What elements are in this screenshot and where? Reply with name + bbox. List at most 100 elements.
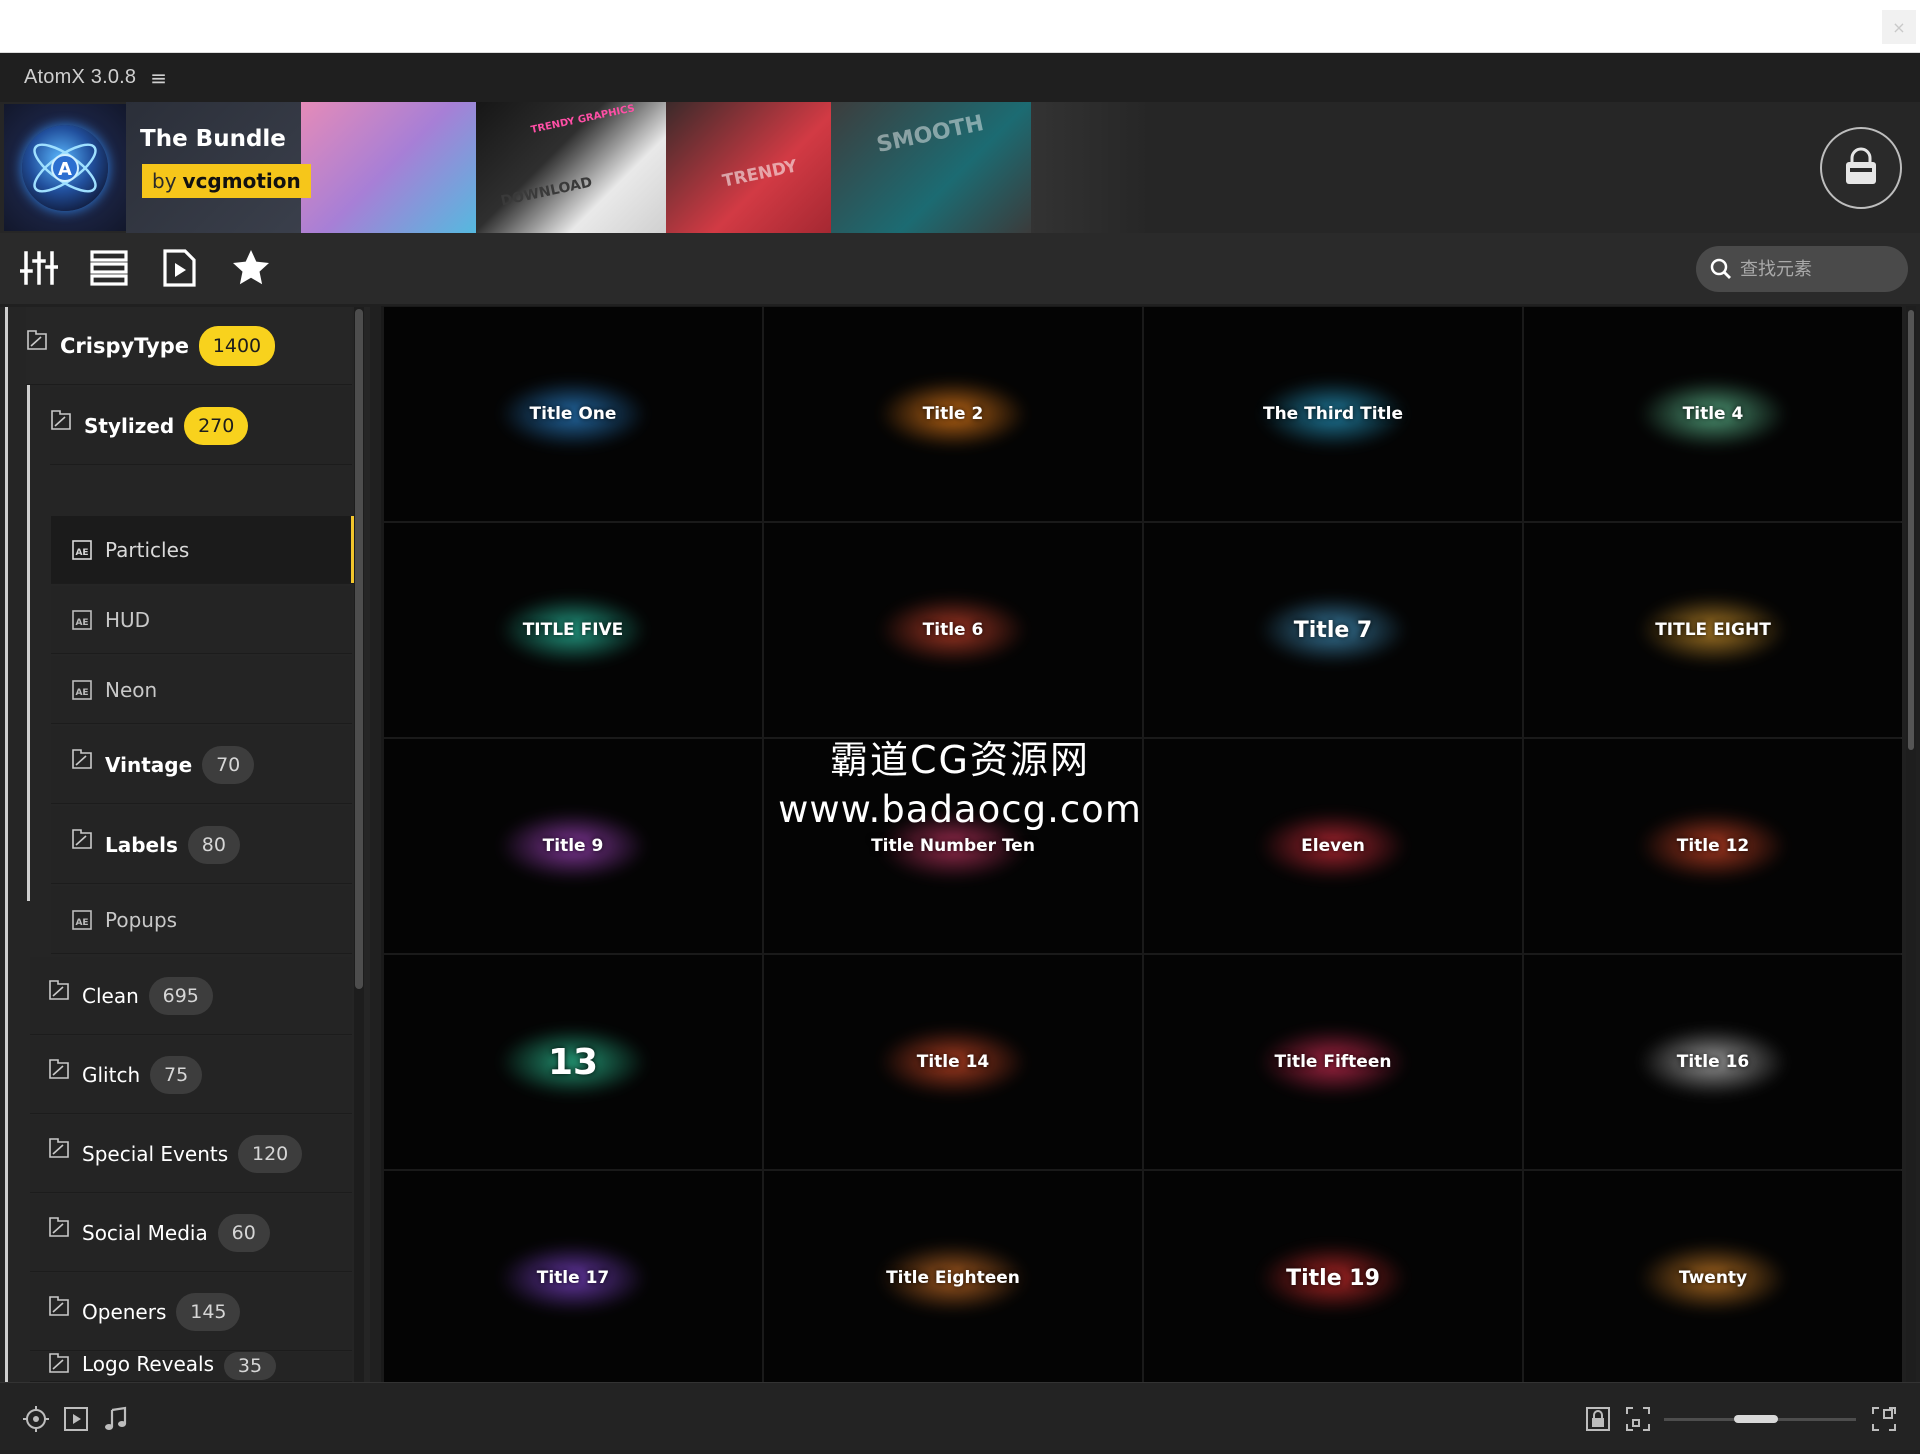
sidebar-scrollbar[interactable] bbox=[354, 307, 364, 1382]
count-badge: 70 bbox=[202, 745, 255, 784]
grid-scroll-thumb[interactable] bbox=[1908, 310, 1914, 750]
sidebar-item-social-media[interactable]: Social Media 60 bbox=[30, 1194, 352, 1272]
preset-title: TITLE EIGHT bbox=[1655, 620, 1771, 640]
banner-tile bbox=[1031, 102, 1151, 233]
preset-thumbnail[interactable]: Title 17 bbox=[384, 1171, 762, 1385]
preset-thumbnail[interactable]: Title 16 bbox=[1524, 955, 1902, 1169]
preset-thumbnail[interactable]: Title 4 bbox=[1524, 307, 1902, 521]
sidebar-item-labels[interactable]: Labels 80 bbox=[51, 806, 352, 884]
preset-thumbnail[interactable]: Eleven bbox=[1144, 739, 1522, 953]
ae-file-icon: AE bbox=[72, 909, 92, 930]
folder-icon bbox=[49, 979, 69, 1000]
preset-title: Title Fifteen bbox=[1274, 1052, 1392, 1072]
zoom-slider-handle[interactable] bbox=[1734, 1415, 1778, 1423]
preset-title: Title Number Ten bbox=[871, 836, 1035, 856]
preset-thumbnail[interactable]: Title Eighteen bbox=[764, 1171, 1142, 1385]
svg-text:A: A bbox=[58, 159, 72, 180]
grid-scrollbar[interactable] bbox=[1906, 306, 1916, 1382]
preset-title: Title 12 bbox=[1676, 836, 1750, 856]
expand-button[interactable] bbox=[1870, 1405, 1898, 1433]
preset-thumbnail[interactable]: 13 bbox=[384, 955, 762, 1169]
bundle-author-badge: by vcgmotion bbox=[142, 164, 311, 198]
sidebar-item-hud[interactable]: AE HUD bbox=[51, 586, 352, 654]
sidebar-scroll-thumb[interactable] bbox=[355, 309, 363, 989]
folder-icon bbox=[49, 1137, 69, 1158]
atom-logo-icon: A bbox=[22, 124, 108, 211]
list-view-button[interactable] bbox=[86, 245, 132, 291]
search-box[interactable] bbox=[1696, 246, 1908, 292]
sidebar-item-particles[interactable]: AE Particles bbox=[51, 516, 354, 584]
count-badge: 695 bbox=[148, 976, 213, 1015]
atomx-panel: AtomX 3.0.8 ≡ TRENDY GRAPHICS DOWNLOAD T… bbox=[0, 53, 1920, 1454]
preset-thumbnail[interactable]: Title 19 bbox=[1144, 1171, 1522, 1385]
hamburger-menu-icon[interactable]: ≡ bbox=[150, 66, 167, 90]
lock-button[interactable] bbox=[1584, 1405, 1612, 1433]
list-view-icon bbox=[90, 250, 128, 286]
preset-thumbnail[interactable]: Title 12 bbox=[1524, 739, 1902, 953]
app-title: AtomX 3.0.8 bbox=[24, 66, 137, 88]
preset-title: Title 17 bbox=[536, 1268, 610, 1288]
preset-thumbnail[interactable]: The Third Title bbox=[1144, 307, 1522, 521]
preset-title: Title 4 bbox=[1682, 404, 1744, 424]
fit-frame-icon bbox=[1626, 1407, 1650, 1431]
preset-title: Title 14 bbox=[916, 1052, 990, 1072]
sidebar-item-logo-reveals[interactable]: Logo Reveals 35 bbox=[30, 1352, 352, 1382]
preset-thumbnail[interactable]: TITLE EIGHT bbox=[1524, 523, 1902, 737]
zoom-slider[interactable] bbox=[1664, 1415, 1856, 1423]
search-input[interactable] bbox=[1740, 258, 1900, 280]
sidebar-item-label: Neon bbox=[105, 677, 158, 702]
sidebar-item-label: Labels bbox=[105, 832, 178, 857]
close-icon[interactable]: × bbox=[1882, 10, 1916, 44]
expand-icon bbox=[1872, 1407, 1896, 1431]
fit-frame-button[interactable] bbox=[1624, 1405, 1652, 1433]
shop-bag-button[interactable] bbox=[1820, 127, 1902, 209]
sidebar-item-crispytype[interactable]: CrispyType 1400 bbox=[26, 307, 352, 385]
preset-thumbnail[interactable]: Title 2 bbox=[764, 307, 1142, 521]
preset-title: Title 6 bbox=[922, 620, 984, 640]
svg-text:AE: AE bbox=[75, 618, 88, 628]
preset-thumbnail[interactable]: Title 6 bbox=[764, 523, 1142, 737]
sidebar-item-special-events[interactable]: Special Events 120 bbox=[30, 1115, 352, 1193]
sidebar-item-label: Special Events bbox=[82, 1141, 229, 1166]
bottom-bar bbox=[0, 1382, 1920, 1454]
preset-thumbnail[interactable]: Title Number Ten bbox=[764, 739, 1142, 953]
count-badge: 80 bbox=[187, 825, 240, 864]
sidebar-item-popups[interactable]: AE Popups bbox=[51, 886, 352, 954]
sidebar-item-vintage[interactable]: Vintage 70 bbox=[51, 726, 352, 804]
preset-title: Twenty bbox=[1678, 1268, 1748, 1288]
sidebar-item-openers[interactable]: Openers 145 bbox=[30, 1273, 352, 1351]
sidebar-item-glitch[interactable]: Glitch 75 bbox=[30, 1036, 352, 1114]
preset-thumbnail[interactable]: Title 7 bbox=[1144, 523, 1522, 737]
sidebar-item-label: Social Media bbox=[82, 1220, 208, 1245]
ae-file-icon: AE bbox=[72, 539, 92, 560]
preset-thumbnail[interactable]: Twenty bbox=[1524, 1171, 1902, 1385]
sidebar-item-neon[interactable]: AE Neon bbox=[51, 656, 352, 724]
favorites-button[interactable] bbox=[228, 245, 274, 291]
count-badge: 35 bbox=[224, 1352, 276, 1380]
audio-button[interactable] bbox=[102, 1405, 130, 1433]
video-preview-button[interactable] bbox=[62, 1405, 90, 1433]
svg-text:AE: AE bbox=[75, 918, 88, 928]
target-button[interactable] bbox=[22, 1405, 50, 1433]
panel-titlebar: AtomX 3.0.8 ≡ bbox=[0, 53, 1920, 102]
sliders-button[interactable] bbox=[16, 245, 62, 291]
preset-thumbnail[interactable]: TITLE FIVE bbox=[384, 523, 762, 737]
sidebar-item-stylized[interactable]: Stylized 270 bbox=[50, 387, 352, 465]
preset-thumbnail[interactable]: Title One bbox=[384, 307, 762, 521]
sidebar-item-label: HUD bbox=[105, 607, 151, 632]
preset-thumbnail[interactable]: Title 14 bbox=[764, 955, 1142, 1169]
preset-thumbnail[interactable]: Title Fifteen bbox=[1144, 955, 1522, 1169]
count-badge: 60 bbox=[217, 1213, 270, 1252]
sidebar-item-label: Vintage bbox=[105, 752, 193, 777]
bundle-by-prefix: by bbox=[152, 169, 177, 193]
music-note-icon bbox=[105, 1406, 127, 1430]
media-file-button[interactable] bbox=[156, 245, 202, 291]
sidebar-item-clean[interactable]: Clean 695 bbox=[30, 957, 352, 1035]
preset-title: Title 2 bbox=[922, 404, 984, 424]
preset-title: Title Eighteen bbox=[886, 1268, 1020, 1288]
preset-thumbnail[interactable]: Title 9 bbox=[384, 739, 762, 953]
bundle-banner[interactable]: TRENDY GRAPHICS DOWNLOAD TRENDY SMOOTH A… bbox=[0, 102, 1920, 233]
atomx-logo: A bbox=[4, 104, 126, 231]
preset-title: The Third Title bbox=[1262, 404, 1404, 424]
star-icon bbox=[233, 250, 269, 285]
